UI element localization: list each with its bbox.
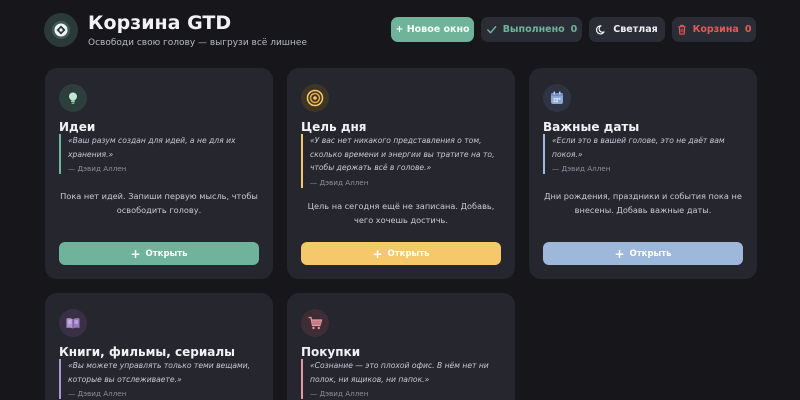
moon-icon (596, 25, 605, 35)
card-dates: Важные даты «Если это в вашей голове, эт… (529, 68, 757, 279)
app-title: Корзина GTD (88, 12, 232, 34)
app-subtitle: Освободи свою голову — выгрузи всё лишне… (88, 38, 307, 48)
card-quote: «Если это в вашей голове, это не даёт ва… (543, 134, 743, 174)
quote-author: — Дэвид Аллен (552, 164, 611, 173)
shopping-cart-icon (308, 316, 323, 330)
card-icon-books (59, 309, 87, 337)
open-label: Открыть (145, 248, 188, 259)
quote-text: «Ваш разум создан для идей, а не для их … (68, 136, 236, 159)
card-title: Важные даты (543, 120, 640, 134)
open-dates-button[interactable]: + Открыть (543, 242, 743, 265)
done-button[interactable]: Выполнено 0 (481, 17, 582, 42)
plus-icon: + (130, 246, 141, 261)
trash-button[interactable]: Корзина 0 (672, 17, 756, 42)
theme-toggle-button[interactable]: Светлая (589, 17, 665, 42)
done-count: 0 (570, 24, 578, 35)
card-title: Цель дня (301, 120, 367, 134)
open-ideas-button[interactable]: + Открыть (59, 242, 259, 265)
plus-icon: + (614, 246, 625, 261)
new-window-button[interactable]: + Новое окно (391, 17, 474, 42)
header: Корзина GTD Освободи свою голову — выгру… (0, 0, 800, 60)
empty-state-text: Цель на сегодня ещё не записана. Добавь,… (307, 201, 495, 225)
card-icon-shopping (301, 309, 329, 337)
plus-icon: + (372, 246, 383, 261)
target-icon (306, 89, 324, 107)
calendar-icon (551, 91, 563, 104)
card-quote: «Вы можете управлять только теми вещами,… (59, 359, 259, 399)
done-label: Выполнено (502, 24, 565, 35)
empty-state-text: Дни рождения, праздники и события пока н… (544, 191, 742, 215)
card-icon-dates (543, 84, 571, 112)
quote-text: «Вы можете управлять только теми вещами,… (68, 361, 251, 384)
card-quote: «Сознание — это плохой офис. В нём нет н… (301, 359, 501, 399)
book-icon (66, 318, 80, 329)
card-books: Книги, фильмы, сериалы «Вы можете управл… (45, 293, 273, 400)
open-goal-button[interactable]: + Открыть (301, 242, 501, 265)
theme-label: Светлая (613, 24, 658, 35)
card-goal: Цель дня «У вас нет никакого представлен… (287, 68, 515, 279)
trash-label: Корзина (692, 24, 739, 35)
card-quote: «У вас нет никакого представления о том,… (301, 134, 501, 188)
checkmark-icon (486, 26, 497, 34)
trash-icon (677, 24, 686, 35)
quote-author: — Дэвид Аллен (310, 177, 369, 187)
card-title: Покупки (301, 345, 361, 359)
app-page: Корзина GTD Освободи свою голову — выгру… (0, 0, 800, 400)
empty-state-text: Пока нет идей. Запиши первую мысль, чтоб… (60, 191, 258, 215)
card-ideas: Идеи «Ваш разум создан для идей, а не дл… (45, 68, 273, 279)
logo (44, 13, 78, 47)
open-label: Открыть (387, 248, 430, 259)
logo-icon (52, 21, 70, 39)
card-title: Книги, фильмы, сериалы (59, 345, 235, 359)
new-window-label: + Новое окно (395, 24, 470, 35)
card-title: Идеи (59, 120, 96, 134)
card-shopping: Покупки «Сознание — это плохой офис. В н… (287, 293, 515, 400)
quote-text: «Сознание — это плохой офис. В нём нет н… (310, 361, 489, 384)
lightbulb-icon (69, 92, 77, 104)
quote-author: — Дэвид Аллен (310, 389, 369, 398)
card-icon-goal (301, 84, 329, 112)
quote-text: «Если это в вашей голове, это не даёт ва… (552, 136, 725, 159)
quote-author: — Дэвид Аллен (68, 389, 127, 398)
card-icon-ideas (59, 84, 87, 112)
open-label: Открыть (629, 248, 672, 259)
trash-count: 0 (744, 24, 752, 35)
card-quote: «Ваш разум создан для идей, а не для их … (59, 134, 259, 174)
quote-text: «У вас нет никакого представления о том,… (310, 136, 495, 172)
quote-author: — Дэвид Аллен (68, 164, 127, 173)
